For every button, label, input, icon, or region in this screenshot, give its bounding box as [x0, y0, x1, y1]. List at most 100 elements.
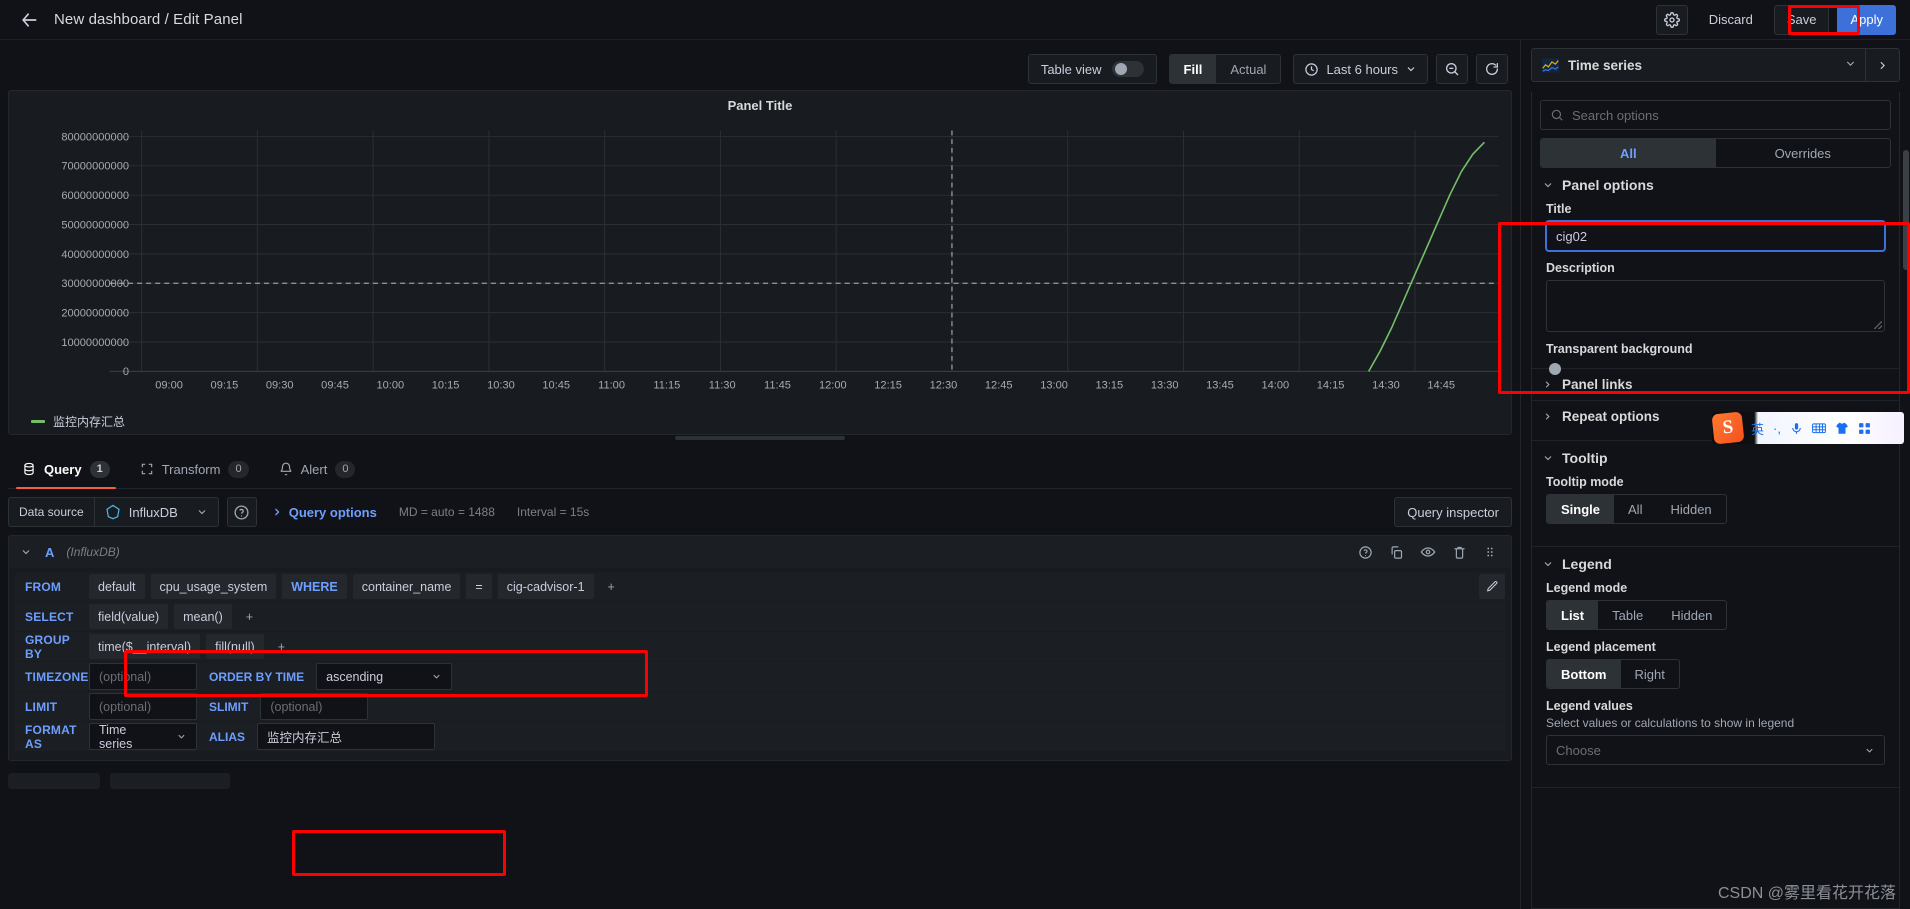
toggle-query-visibility-button[interactable]	[1420, 544, 1436, 560]
legend-mode-hidden[interactable]: Hidden	[1657, 601, 1726, 629]
ime-language-mode[interactable]: 英	[1751, 419, 1764, 438]
section-panel-options-header[interactable]: Panel options	[1532, 168, 1899, 202]
panel-resize-handle[interactable]	[675, 436, 845, 440]
apply-button[interactable]: Apply	[1837, 4, 1896, 35]
chevron-down-icon	[1866, 748, 1873, 753]
panel-description-textarea[interactable]	[1546, 280, 1885, 332]
panel-title-input[interactable]: cig02	[1546, 221, 1885, 251]
table-view-toggle[interactable]: Table view	[1027, 54, 1157, 84]
time-range-picker[interactable]: Last 6 hours	[1293, 54, 1428, 84]
add-group-by-button[interactable]: +	[270, 634, 293, 659]
overrides-tab[interactable]: Overrides	[1716, 139, 1891, 167]
keyboard-icon[interactable]	[1812, 422, 1826, 434]
where-tag-value-chip[interactable]: cig-cadvisor-1	[497, 574, 594, 599]
visualization-picker-main[interactable]: Time series	[1532, 58, 1844, 73]
ime-punctuation-mode[interactable]: ·,	[1773, 421, 1781, 436]
table-view-switch[interactable]	[1111, 61, 1144, 77]
transparent-background-field: Transparent background	[1546, 342, 1885, 375]
legend-values-select[interactable]: Choose	[1546, 735, 1885, 765]
data-source-help-button[interactable]	[226, 497, 257, 527]
options-search-box[interactable]: Search options	[1540, 100, 1891, 130]
svg-text:10:45: 10:45	[542, 380, 570, 392]
slimit-input[interactable]: (optional)	[260, 693, 369, 720]
where-operator-chip[interactable]: =	[466, 574, 492, 599]
svg-text:40000000000: 40000000000	[61, 249, 129, 261]
options-scroll-area[interactable]: Panel options Title cig02 Description Tr…	[1532, 168, 1899, 908]
svg-text:60000000000: 60000000000	[61, 190, 129, 202]
duplicate-query-button[interactable]	[1389, 545, 1404, 560]
group-by-fill-chip[interactable]: fill(null)	[206, 634, 264, 659]
timezone-input[interactable]: (optional)	[89, 663, 197, 690]
all-tab[interactable]: All	[1541, 139, 1716, 167]
apps-icon[interactable]	[1858, 422, 1871, 435]
microphone-icon[interactable]	[1790, 422, 1803, 435]
chart-legend[interactable]: 监控内存汇总	[9, 408, 1511, 434]
drag-query-handle[interactable]	[1483, 545, 1497, 559]
remove-query-button[interactable]	[1452, 545, 1467, 560]
data-source-select[interactable]: InfluxDB	[94, 497, 219, 527]
visualization-dropdown-caret[interactable]	[1844, 57, 1865, 73]
legend-placement-bottom[interactable]: Bottom	[1547, 660, 1621, 688]
add-expression-button-stub[interactable]	[110, 773, 230, 789]
chart-area[interactable]: 0 10000000000 20000000000 30000000000 400000…	[9, 119, 1511, 408]
copy-icon	[1391, 545, 1403, 559]
section-legend-header[interactable]: Legend	[1532, 547, 1899, 581]
legend-series-label[interactable]: 监控内存汇总	[53, 413, 125, 430]
zoom-out-button[interactable]	[1436, 54, 1468, 84]
section-tooltip-header[interactable]: Tooltip	[1532, 441, 1899, 475]
order-by-time-select[interactable]: ascending	[316, 663, 453, 690]
alias-input[interactable]: 监控内存汇总	[257, 723, 435, 750]
tab-alert[interactable]: Alert 0	[265, 450, 370, 488]
database-icon	[24, 462, 34, 476]
breadcrumb[interactable]: New dashboard / Edit Panel	[54, 11, 243, 28]
add-where-condition-button[interactable]: +	[600, 574, 623, 599]
panel-links-row[interactable]: Panel links	[1532, 368, 1899, 400]
add-query-button-stub[interactable]	[8, 773, 100, 789]
interval-text: Interval = 15s	[516, 505, 590, 519]
group-by-time-chip[interactable]: time($__interval)	[89, 634, 201, 659]
order-by-time-value: ascending	[326, 669, 384, 684]
legend-mode-list[interactable]: List	[1547, 601, 1599, 629]
query-options-toggle[interactable]: Query options	[271, 505, 377, 520]
refresh-button[interactable]	[1476, 54, 1508, 84]
panel-title[interactable]: Panel Title	[9, 91, 1511, 119]
tab-query[interactable]: Query 1	[8, 450, 124, 489]
from-measurement-chip[interactable]: cpu_usage_system	[150, 574, 277, 599]
fill-option[interactable]: Fill	[1169, 55, 1217, 83]
tab-transform[interactable]: Transform 0	[126, 450, 263, 488]
query-help-button[interactable]	[1358, 545, 1373, 560]
where-tag-key-chip[interactable]: container_name	[352, 574, 461, 599]
select-field-chip[interactable]: field(value)	[89, 604, 169, 629]
top-bar: New dashboard / Edit Panel Discard Save …	[0, 0, 1910, 40]
options-pane: Time series Search options All Overrides…	[1520, 40, 1910, 909]
tab-transform-label: Transform	[161, 461, 221, 477]
collapse-options-pane-button[interactable]	[1865, 49, 1899, 81]
limit-input[interactable]: (optional)	[89, 693, 197, 720]
add-select-button[interactable]: +	[238, 604, 261, 629]
from-policy-chip[interactable]: default	[89, 574, 145, 599]
collapse-query-button[interactable]	[19, 546, 33, 558]
toggle-text-edit-mode-button[interactable]	[1479, 574, 1505, 599]
legend-mode-table[interactable]: Table	[1598, 601, 1657, 629]
data-source-picker[interactable]: Data source InfluxDB	[8, 497, 219, 527]
back-button[interactable]	[14, 5, 44, 35]
tooltip-mode-hidden[interactable]: Hidden	[1656, 495, 1725, 523]
save-button[interactable]: Save	[1773, 4, 1830, 35]
skin-icon[interactable]	[1835, 422, 1849, 435]
query-inspector-button[interactable]: Query inspector	[1394, 497, 1512, 527]
section-panel-options: Panel options Title cig02 Description Tr…	[1532, 168, 1899, 441]
panel-title-field: Title cig02	[1546, 202, 1885, 251]
help-circle-icon	[234, 504, 249, 520]
query-ref-id[interactable]: A	[45, 545, 54, 560]
tooltip-mode-all[interactable]: All	[1614, 495, 1656, 523]
format-as-select[interactable]: Time series	[89, 723, 197, 751]
sogou-ime-toolbar[interactable]: S 英 ·,	[1712, 412, 1904, 444]
panel-settings-button[interactable]	[1655, 4, 1688, 35]
legend-placement-right[interactable]: Right	[1621, 660, 1679, 688]
discard-button[interactable]: Discard	[1696, 5, 1766, 35]
actual-option[interactable]: Actual	[1216, 55, 1280, 83]
select-function-chip[interactable]: mean()	[174, 604, 232, 629]
legend-placement-label: Legend placement	[1546, 640, 1656, 654]
tooltip-mode-single[interactable]: Single	[1547, 495, 1615, 523]
query-datasource-name: (InfluxDB)	[66, 545, 120, 559]
